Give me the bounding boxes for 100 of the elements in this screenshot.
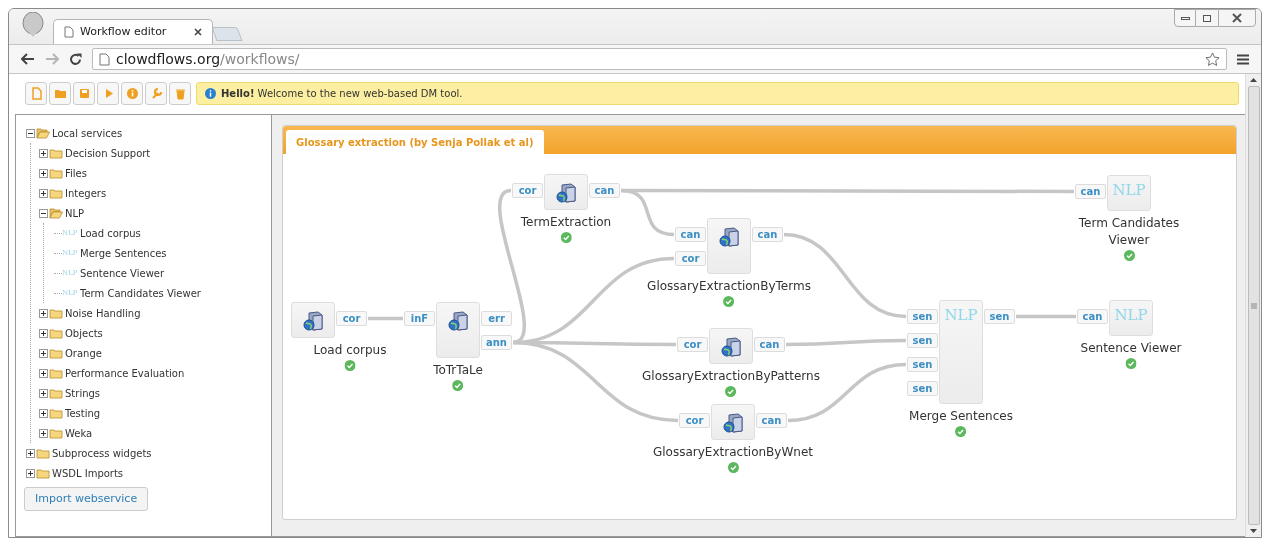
expand-icon[interactable] [39,388,48,398]
port-label[interactable]: sen [984,309,1015,324]
trash-icon [173,86,187,100]
expand-icon[interactable] [26,468,35,478]
port-label[interactable]: sen [907,381,938,396]
address-field[interactable]: clowdflows.org/workflows/ [92,48,1227,70]
port-label[interactable]: can [756,413,787,428]
reload-icon[interactable] [69,52,82,66]
tree-item[interactable]: Subprocess widgets [52,445,152,461]
expand-icon[interactable] [39,348,48,358]
port-label[interactable]: cor [679,413,710,428]
workflow-tab[interactable]: Glossary extraction (by Senja Pollak et al) [286,130,544,154]
port-label[interactable]: can [1077,309,1108,324]
port-label[interactable]: cor [336,311,367,326]
expand-icon[interactable] [26,448,35,458]
widget-label: Load corpus [313,342,387,359]
scroll-up-icon[interactable] [1250,78,1257,82]
expand-icon[interactable] [39,408,48,418]
widget-item[interactable]: Load corpus [80,225,141,241]
folder-icon [49,427,63,439]
port-label[interactable]: can [752,227,783,242]
widget-box[interactable] [707,218,751,274]
scroll-thumb[interactable] [1247,86,1260,525]
tab-title: Workflow editor [80,23,168,40]
expand-icon[interactable] [39,188,48,198]
port-label[interactable]: sen [907,309,938,324]
widget-box[interactable] [291,302,335,338]
browser-tab[interactable]: Workflow editor [53,19,213,44]
port-label[interactable]: err [481,311,512,326]
tree-item[interactable]: Testing [65,405,101,421]
server-globe-icon [718,226,740,248]
url-text: clowdflows.org/workflows/ [116,49,301,69]
tree-item[interactable]: Integers [65,185,107,201]
close-tab-icon[interactable] [194,28,202,36]
widget-label: Term Candidates Viewer [1077,215,1181,249]
widget-box[interactable] [711,404,755,440]
maximize-button[interactable] [1196,9,1218,27]
port-label[interactable]: inF [404,311,435,326]
close-window-button[interactable] [1218,9,1256,27]
tree-item[interactable]: Strings [65,385,101,401]
port-label[interactable]: cor [512,183,543,198]
server-globe-icon [555,182,577,204]
scroll-down-icon[interactable] [1250,529,1257,533]
port-label[interactable]: cor [675,251,706,266]
port-label[interactable]: sen [907,357,938,372]
nlp-icon: NLP [1114,308,1148,325]
port-label[interactable]: cor [677,337,708,352]
widget-item[interactable]: Merge Sentences [80,245,167,261]
tree-item[interactable]: Files [65,165,87,181]
page-icon [64,26,74,38]
folder-icon [49,327,63,339]
tree-item[interactable]: Local services [52,125,123,141]
port-label[interactable]: can [754,337,785,352]
tree-item[interactable]: Weka [65,425,93,441]
expand-icon[interactable] [39,308,48,318]
widget-box[interactable] [544,174,588,210]
widget-label: Sentence Viewer [1080,340,1182,357]
folder-icon [49,407,63,419]
open-folder-icon [49,207,63,219]
tree-item[interactable]: Noise Handling [65,305,141,321]
folder-icon [49,167,63,179]
import-webservice-button[interactable]: Import webservice [24,487,149,511]
tree-item[interactable]: Objects [65,325,103,341]
widget-box[interactable] [436,302,480,358]
tree-item[interactable]: WSDL Imports [52,465,124,481]
widget-label: GlossaryExtractionByWnet [653,444,813,461]
close-icon[interactable] [1232,13,1242,23]
nlp-icon: NLP [1112,183,1146,200]
collapse-icon[interactable] [39,208,48,218]
port-label[interactable]: ann [481,335,512,350]
expand-icon[interactable] [39,148,48,158]
star-icon[interactable] [1205,51,1220,67]
server-globe-icon [720,336,742,358]
alert-message: Hello! Welcome to the new web-based DM tool. [221,86,463,101]
widget-box[interactable] [709,328,753,364]
tree-item[interactable]: Orange [65,345,102,361]
expand-icon[interactable] [39,328,48,338]
collapse-icon[interactable] [26,128,35,138]
expand-icon[interactable] [39,428,48,438]
widget-item[interactable]: Term Candidates Viewer [80,285,201,301]
folder-icon [49,367,63,379]
menu-icon[interactable] [1237,53,1249,65]
widget-label: GlossaryExtractionByPatterns [642,368,820,385]
port-label[interactable]: sen [907,333,938,348]
folder-icon [49,307,63,319]
expand-icon[interactable] [39,368,48,378]
back-arrow-icon[interactable] [21,53,35,65]
scrollbar[interactable] [1245,74,1261,537]
tree-item[interactable]: Performance Evaluation [65,365,185,381]
folder-icon [49,187,63,199]
widget-item[interactable]: Sentence Viewer [80,265,165,281]
port-label[interactable]: can [675,227,706,242]
info-icon [125,86,139,100]
port-label[interactable]: can [589,183,620,198]
widget-label: GlossaryExtractionByTerms [647,278,811,295]
tree-item[interactable]: NLP [65,205,85,221]
tree-item[interactable]: Decision Support [65,145,151,161]
port-label[interactable]: can [1075,184,1106,199]
expand-icon[interactable] [39,168,48,178]
minimize-button[interactable] [1174,9,1196,27]
